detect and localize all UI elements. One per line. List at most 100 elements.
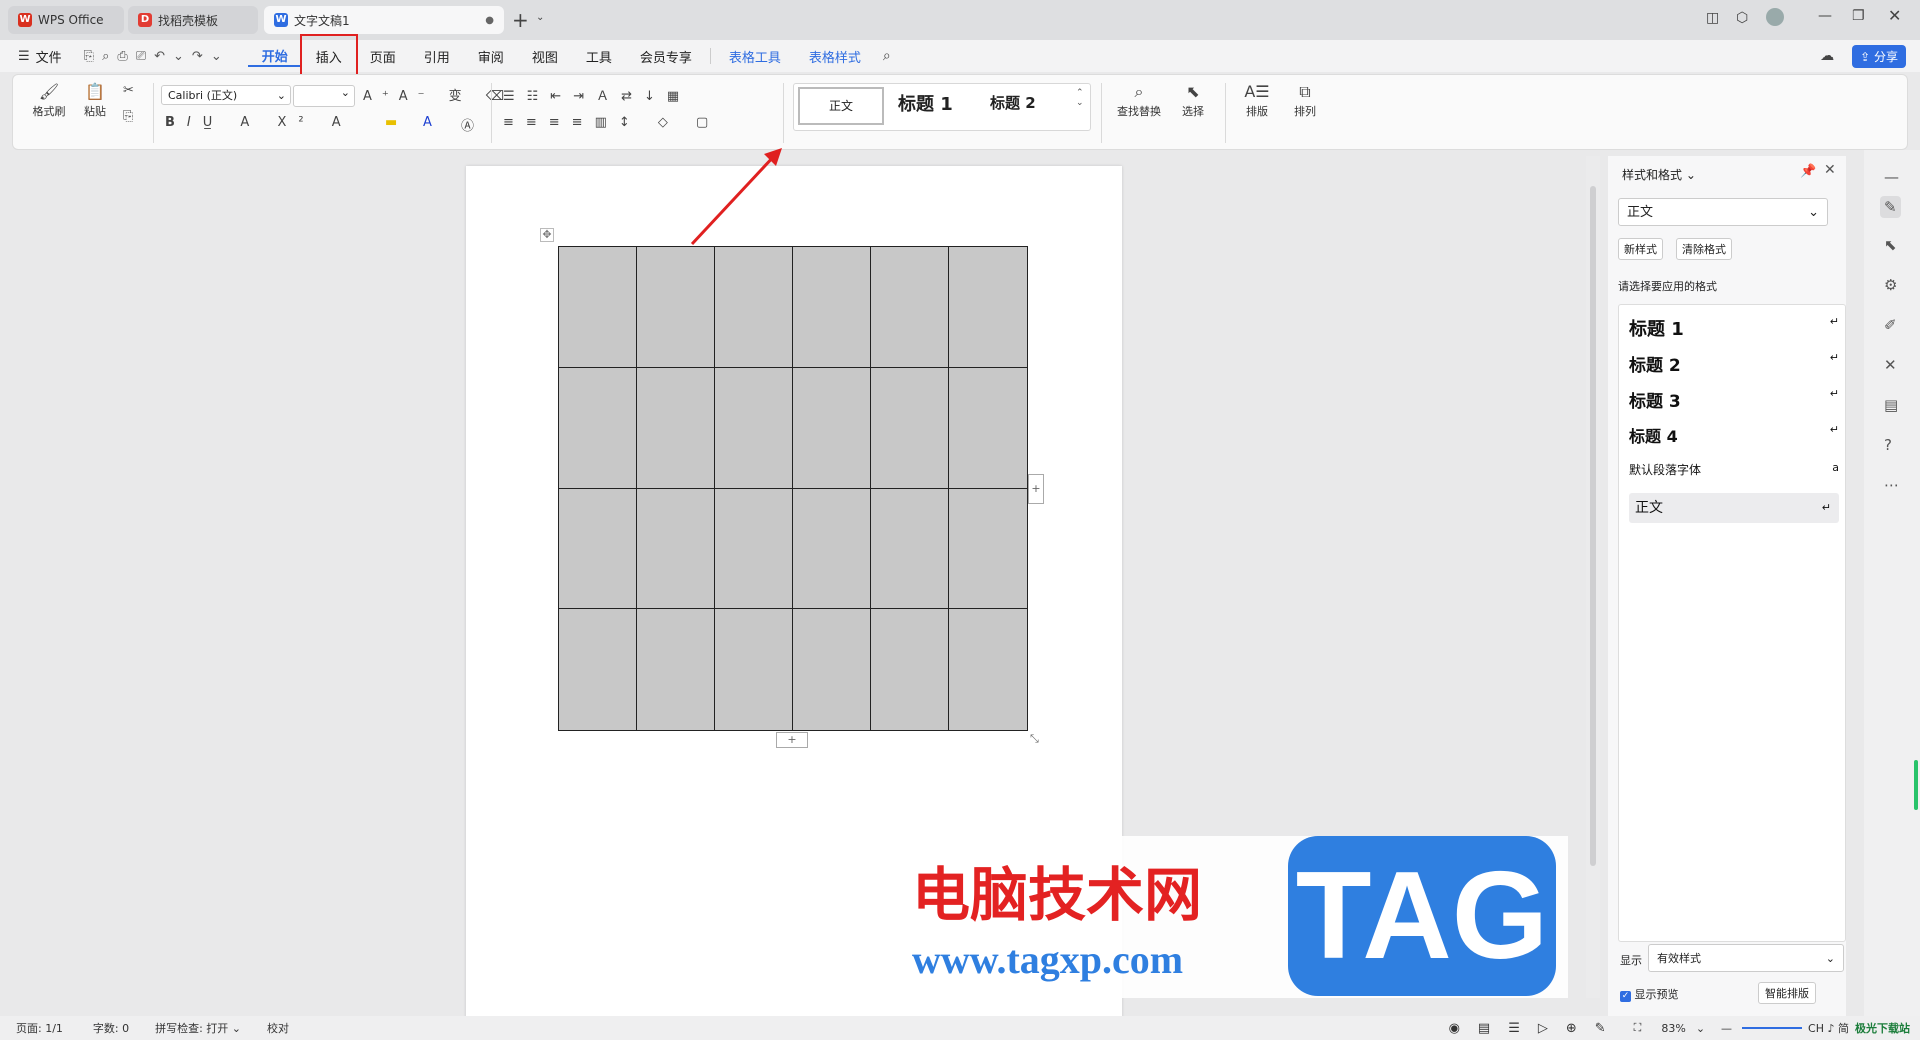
tab-page[interactable]: 页面 (356, 47, 410, 66)
paragraph-tools-bottom[interactable]: ≡≡≡≡▥↕ ◇ ▢ (503, 115, 720, 130)
hamburger-icon[interactable]: ☰ (18, 49, 30, 64)
clear-format-button[interactable]: 清除格式 (1676, 238, 1732, 260)
table-cell[interactable] (559, 488, 637, 610)
table-cell[interactable] (949, 489, 1027, 610)
style-heading-2[interactable]: 标题 2 (990, 92, 1036, 113)
pin-icon[interactable]: 📌 (1800, 164, 1816, 179)
table-cell[interactable] (715, 367, 793, 489)
font-name-select[interactable]: Calibri (正文) ⌄ (161, 85, 291, 105)
paste-button[interactable]: 📋 粘贴 (75, 81, 115, 119)
file-menu[interactable]: 文件 (30, 47, 76, 66)
table-cell[interactable] (871, 488, 949, 610)
tab-table-style[interactable]: 表格样式 (795, 47, 875, 66)
paragraph-tools-top[interactable]: ☰☷⇤⇥Ａ⇄↓▦ (503, 85, 691, 104)
char-shading-icon[interactable]: Ⓐ (461, 115, 474, 134)
book-icon[interactable]: ▤ (1884, 396, 1898, 414)
pen-icon[interactable]: ✎ (1880, 196, 1901, 218)
find-replace-button[interactable]: ⌕ 查找替换 (1109, 81, 1169, 119)
sliders-icon[interactable]: ⚙ (1884, 276, 1897, 294)
tab-start[interactable]: 开始 (247, 46, 302, 67)
style-normal[interactable]: 正文 (798, 87, 884, 125)
font-style-tools[interactable]: BIU̲ A X² A (165, 115, 353, 130)
table-cell[interactable] (637, 247, 715, 368)
table-cell[interactable] (949, 368, 1027, 489)
table-cell[interactable] (793, 247, 871, 368)
restore-icon[interactable]: ❐ (1852, 8, 1865, 24)
table-cell[interactable] (637, 488, 715, 610)
font-color-icon[interactable]: A (423, 115, 432, 130)
share-button[interactable]: ⇪ 分享 (1852, 44, 1906, 68)
zoom-slider[interactable] (1742, 1027, 1803, 1029)
select-button[interactable]: ⬉ 选择 (1173, 81, 1213, 119)
zoom-out-icon[interactable]: — (1721, 1022, 1732, 1035)
show-preview-checkbox[interactable]: ✓ 显示预览 (1620, 986, 1679, 1002)
tools-icon[interactable]: ✕ (1884, 356, 1897, 374)
copy-icon[interactable]: ⎘ (123, 109, 133, 124)
table-cell[interactable] (949, 609, 1027, 730)
highlight-color-icon[interactable]: ▬ (385, 115, 397, 130)
unsaved-dot-icon[interactable]: ● (485, 15, 494, 26)
table-cell[interactable] (715, 609, 793, 730)
cloud-icon[interactable]: ☁ (1820, 48, 1834, 64)
tab-member[interactable]: 会员专享 (626, 47, 706, 66)
new-tab-icon[interactable]: + (512, 8, 529, 32)
smart-layout-button[interactable]: 智能排版 (1758, 982, 1816, 1004)
view-mode-icons[interactable]: ◉▤☰▷⊕✎ (1449, 1021, 1624, 1036)
vertical-scrollbar[interactable] (1586, 156, 1600, 998)
style-item-heading-1[interactable]: 标题 1 ↵ (1629, 315, 1839, 341)
avatar[interactable] (1766, 8, 1784, 26)
resize-table-icon[interactable]: ⤡ (1030, 732, 1039, 746)
quick-access-icons[interactable]: ⎘⌕⎙⎚↶⌄↷⌄ (84, 49, 230, 64)
font-size-select[interactable]: ⌄ (293, 85, 355, 107)
word-count[interactable]: 字数: 0 (93, 1020, 129, 1036)
proofread[interactable]: 校对 (267, 1020, 289, 1036)
table-move-handle-icon[interactable]: ✥ (540, 228, 554, 242)
style-item-heading-3[interactable]: 标题 3 ↵ (1629, 387, 1839, 412)
page-indicator[interactable]: 页面: 1/1 (16, 1020, 63, 1036)
search-icon[interactable]: ⌕ (883, 48, 891, 64)
table-cell[interactable] (637, 609, 715, 730)
edit-icon[interactable]: ✐ (1884, 316, 1897, 334)
table-cell[interactable] (715, 488, 793, 610)
chevron-down-icon[interactable]: ⌄ (536, 12, 544, 23)
format-painter-button[interactable]: 🖌 格式刷 (29, 81, 69, 119)
close-icon[interactable]: ✕ (1888, 6, 1901, 25)
tab-view[interactable]: 视图 (518, 47, 572, 66)
tab-document[interactable]: W 文字文稿1 ● (264, 6, 504, 34)
tab-reference[interactable]: 引用 (410, 47, 464, 66)
table-cell[interactable] (793, 609, 871, 730)
new-style-button[interactable]: 新样式 (1618, 238, 1663, 260)
style-item-heading-4[interactable]: 标题 4 ↵ (1629, 423, 1839, 447)
tab-docer-templates[interactable]: D 找稻壳模板 (128, 6, 258, 34)
close-icon[interactable]: ✕ (1824, 162, 1836, 178)
collapse-icon[interactable]: — (1884, 168, 1899, 186)
cube-icon[interactable]: ⬡ (1736, 10, 1748, 26)
scrollbar-thumb[interactable] (1590, 186, 1596, 866)
style-item-normal[interactable]: 正文 ↵ (1629, 493, 1839, 523)
table-cell[interactable] (793, 367, 871, 489)
table-cell[interactable] (793, 488, 871, 610)
table-cell[interactable] (871, 609, 949, 730)
table-cell[interactable] (949, 247, 1027, 368)
style-item-default-font[interactable]: 默认段落字体 a (1629, 461, 1839, 478)
tab-review[interactable]: 审阅 (464, 47, 518, 66)
minimize-icon[interactable]: — (1818, 8, 1832, 24)
layout-icon[interactable]: ◫ (1706, 10, 1719, 26)
table-cell[interactable] (559, 609, 637, 730)
style-item-heading-2[interactable]: 标题 2 ↵ (1629, 351, 1839, 376)
tab-wps-office[interactable]: W WPS Office (8, 6, 124, 34)
table-cell[interactable] (637, 367, 715, 489)
table-cell[interactable] (559, 247, 637, 368)
cursor-icon[interactable]: ⬉ (1884, 236, 1897, 254)
gallery-scroll-icon[interactable]: ⌃ ⌄ (1076, 88, 1084, 108)
table-cell[interactable] (559, 367, 637, 489)
style-heading-1[interactable]: 标题 1 (898, 90, 953, 116)
table-cell[interactable] (715, 247, 793, 368)
cut-icon[interactable]: ✂ (123, 83, 134, 98)
tab-table-tools[interactable]: 表格工具 (715, 47, 795, 66)
table[interactable] (558, 246, 1028, 731)
current-style-select[interactable]: 正文 ⌄ (1618, 198, 1828, 226)
table-cell[interactable] (871, 247, 949, 368)
add-row-icon[interactable]: + (776, 732, 808, 748)
show-select[interactable]: 有效样式 ⌄ (1648, 944, 1844, 972)
